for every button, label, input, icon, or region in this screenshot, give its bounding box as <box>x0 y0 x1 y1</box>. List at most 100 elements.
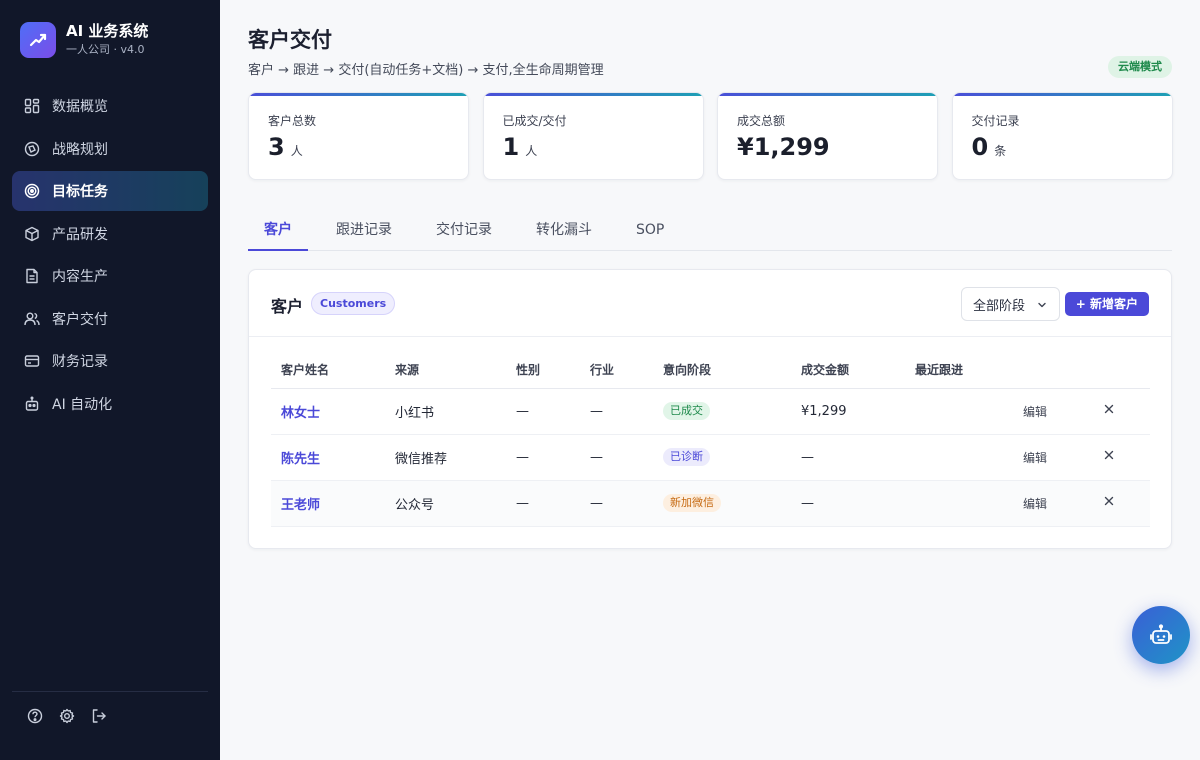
cell-industry: — <box>580 480 653 527</box>
customer-name-link[interactable]: 陈先生 <box>281 452 320 467</box>
stat-card-customers: 客户总数 3人 <box>248 92 469 180</box>
add-customer-button[interactable]: + 新增客户 <box>1064 292 1149 316</box>
target-icon <box>24 183 40 199</box>
sidebar-item-content[interactable]: 内容生产 <box>12 256 208 296</box>
sidebar-item-overview[interactable]: 数据概览 <box>12 86 208 126</box>
users-icon <box>24 311 40 327</box>
column-header: 行业 <box>580 352 653 389</box>
sidebar-nav: 数据概览 战略规划 目标任务 产品研发 内容生产 客户交付 财务记录 AI 自动… <box>12 86 208 426</box>
column-header-delete <box>1093 352 1150 389</box>
cell-source: 小红书 <box>385 388 506 435</box>
sidebar: AI 业务系统 一人公司 · v4.0 数据概览 战略规划 目标任务 产品研发 … <box>0 0 220 760</box>
logout-icon[interactable] <box>91 708 107 724</box>
stat-value: 0 <box>971 133 989 161</box>
sidebar-item-label: 数据概览 <box>52 99 108 115</box>
close-icon[interactable] <box>1103 403 1115 415</box>
customers-table: 客户姓名 来源 性别 行业 意向阶段 成交金额 最近跟进 林女士 小红书 — — <box>271 352 1150 527</box>
sidebar-divider <box>12 691 208 692</box>
panel-title: 客户 <box>271 297 304 316</box>
box-icon <box>24 226 40 242</box>
column-header: 性别 <box>506 352 580 389</box>
stats-row: 客户总数 3人 已成交/交付 1人 成交总额 ¥1,299 交付记录 0条 <box>248 92 1173 180</box>
stat-card-closed: 已成交/交付 1人 <box>482 92 704 180</box>
sidebar-item-label: 财务记录 <box>52 354 108 370</box>
mode-badge: 云端模式 <box>1108 56 1172 78</box>
panel-tag: Customers <box>311 292 396 315</box>
cell-source: 公众号 <box>385 480 506 527</box>
sidebar-item-label: 目标任务 <box>52 184 108 200</box>
sidebar-item-ai-automation[interactable]: AI 自动化 <box>12 384 208 424</box>
cell-last-follow <box>905 434 1013 481</box>
sidebar-item-customers[interactable]: 客户交付 <box>12 299 208 339</box>
stat-value: ¥1,299 <box>737 133 830 161</box>
sidebar-item-label: 产品研发 <box>52 226 108 243</box>
brand[interactable]: AI 业务系统 一人公司 · v4.0 <box>20 22 148 58</box>
sidebar-item-strategy[interactable]: 战略规划 <box>12 129 208 169</box>
stat-unit: 条 <box>994 144 1007 158</box>
tab-customers[interactable]: 客户 <box>248 212 308 251</box>
cell-gender: — <box>506 388 580 435</box>
tab-sop[interactable]: SOP <box>620 212 680 251</box>
stage-filter-select[interactable]: 全部阶段 <box>961 287 1060 321</box>
column-header: 最近跟进 <box>905 352 1013 389</box>
brand-title: AI 业务系统 <box>66 22 149 40</box>
stat-label: 交付记录 <box>971 114 1020 128</box>
stat-card-revenue: 成交总额 ¥1,299 <box>717 92 938 180</box>
sidebar-item-finance[interactable]: 财务记录 <box>12 341 208 381</box>
table-row: 林女士 小红书 — — 已成交 ¥1,299 编辑 <box>271 388 1150 435</box>
document-icon <box>24 268 40 284</box>
stat-unit: 人 <box>525 144 538 158</box>
edit-button[interactable]: 编辑 <box>1023 451 1047 465</box>
cell-source: 微信推荐 <box>385 434 506 481</box>
sidebar-item-label: 内容生产 <box>52 269 108 285</box>
robot-icon <box>1149 623 1173 647</box>
cell-last-follow <box>905 480 1013 527</box>
panel-header: 客户 Customers 全部阶段 + 新增客户 <box>249 270 1171 337</box>
cell-last-follow <box>905 388 1013 435</box>
cell-amount: ¥1,299 <box>791 388 905 435</box>
brand-subtitle: 一人公司 · v4.0 <box>66 43 145 56</box>
customers-panel: 客户 Customers 全部阶段 + 新增客户 客户姓名 来源 性别 行业 意… <box>248 269 1172 549</box>
cell-gender: — <box>506 480 580 527</box>
compass-icon <box>24 141 40 157</box>
close-icon[interactable] <box>1103 495 1115 507</box>
customer-name-link[interactable]: 王老师 <box>281 498 320 513</box>
customer-name-link[interactable]: 林女士 <box>281 406 320 421</box>
help-icon[interactable] <box>27 708 43 724</box>
ai-assistant-button[interactable] <box>1132 606 1190 664</box>
tab-bar: 客户 跟进记录 交付记录 转化漏斗 SOP <box>248 212 1172 251</box>
sidebar-item-goals[interactable]: 目标任务 <box>12 171 208 211</box>
table-row: 陈先生 微信推荐 — — 已诊断 — 编辑 <box>271 434 1150 481</box>
main-content: 客户交付 客户 → 跟进 → 交付(自动任务+文档) → 支付,全生命周期管理 … <box>220 0 1200 760</box>
wallet-icon <box>24 353 40 369</box>
stage-badge: 新加微信 <box>663 494 721 512</box>
chevron-down-icon <box>1036 299 1048 311</box>
column-header: 成交金额 <box>791 352 905 389</box>
tab-deliveries[interactable]: 交付记录 <box>420 212 508 251</box>
edit-button[interactable]: 编辑 <box>1023 497 1047 511</box>
sidebar-item-label: 战略规划 <box>52 141 108 158</box>
bot-icon <box>24 396 40 412</box>
stat-value: 3 <box>268 133 285 161</box>
stat-label: 已成交/交付 <box>502 114 567 128</box>
page-subtitle: 客户 → 跟进 → 交付(自动任务+文档) → 支付,全生命周期管理 <box>248 63 604 78</box>
settings-icon[interactable] <box>59 708 75 724</box>
edit-button[interactable]: 编辑 <box>1023 405 1047 419</box>
stat-value: 1 <box>502 133 520 161</box>
cell-amount: — <box>791 434 905 481</box>
stat-label: 客户总数 <box>268 114 317 128</box>
cell-industry: — <box>580 434 653 481</box>
sidebar-item-product[interactable]: 产品研发 <box>12 214 208 254</box>
tab-funnel[interactable]: 转化漏斗 <box>520 212 608 251</box>
cell-industry: — <box>580 388 653 435</box>
tab-follow-ups[interactable]: 跟进记录 <box>320 212 408 251</box>
stage-filter-value: 全部阶段 <box>973 298 1026 314</box>
cell-gender: — <box>506 434 580 481</box>
column-header: 意向阶段 <box>653 352 791 389</box>
table-header-row: 客户姓名 来源 性别 行业 意向阶段 成交金额 最近跟进 <box>271 352 1150 389</box>
stat-unit: 人 <box>290 144 303 158</box>
sidebar-item-label: 客户交付 <box>52 311 108 328</box>
close-icon[interactable] <box>1103 449 1115 461</box>
table-row: 王老师 公众号 — — 新加微信 — 编辑 <box>271 480 1150 527</box>
grid-icon <box>24 98 40 114</box>
